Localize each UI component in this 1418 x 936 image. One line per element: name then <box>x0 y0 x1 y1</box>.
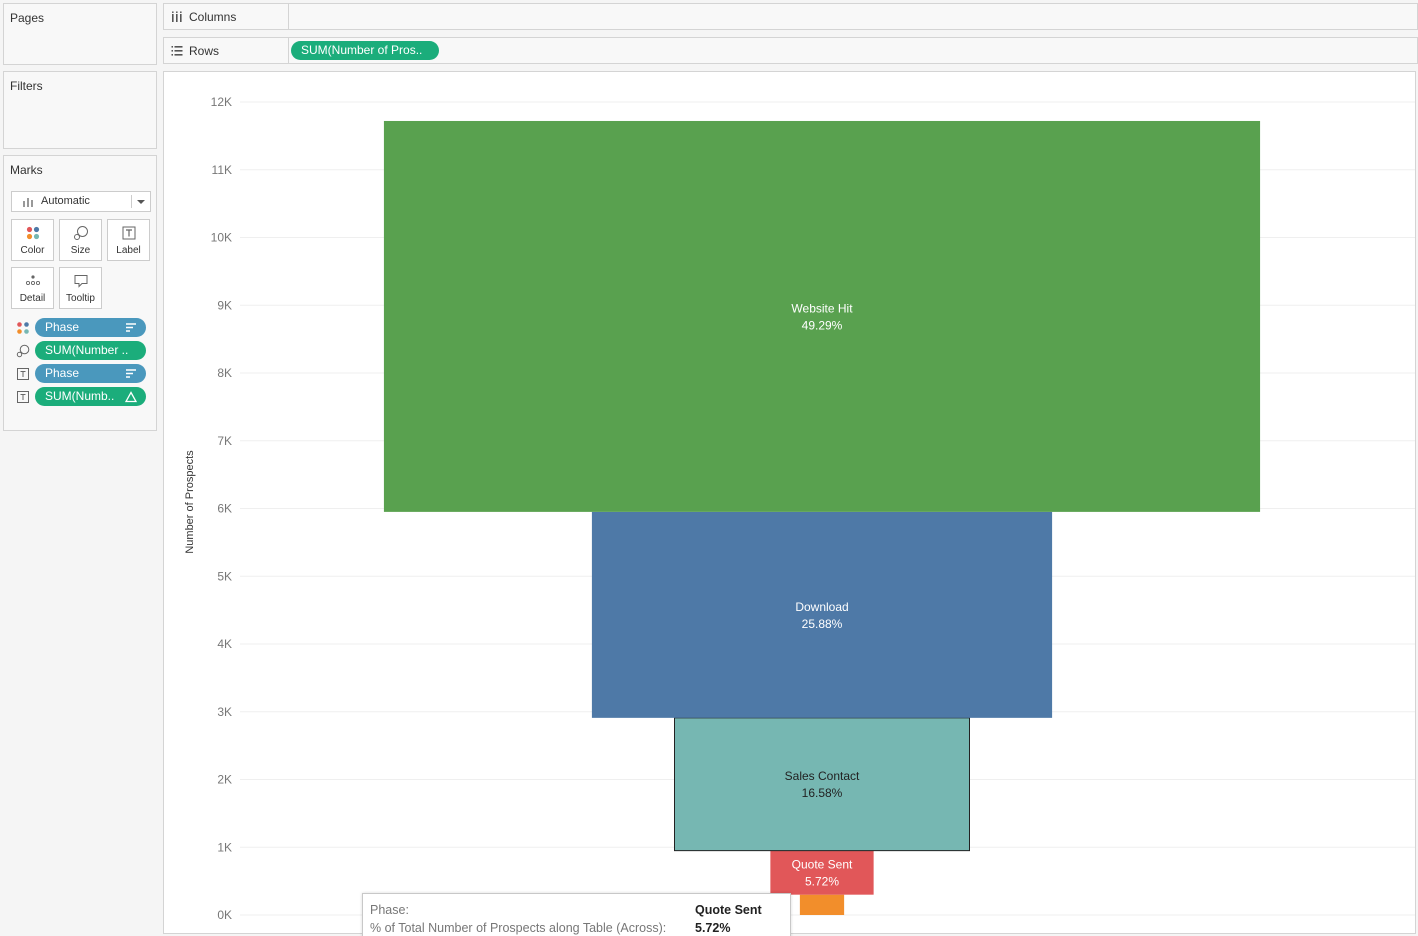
y-tick-label: 1K <box>217 840 232 854</box>
mark-type-label: Automatic <box>41 195 90 207</box>
bar-chart-icon <box>23 198 33 207</box>
color-dots-icon <box>17 322 29 334</box>
bar-purchase[interactable] <box>799 894 845 915</box>
phase-label-pill[interactable]: Phase <box>35 364 146 383</box>
text-label-icon <box>17 391 29 403</box>
size-button[interactable]: Size <box>59 219 102 261</box>
tooltip-percent-key: % of Total Number of Prospects along Tab… <box>370 921 667 935</box>
tooltip-button[interactable]: Tooltip <box>59 267 102 309</box>
bar-percent-label: 25.88% <box>802 617 843 631</box>
color-button[interactable]: Color <box>11 219 54 261</box>
y-tick-label: 0K <box>217 908 232 922</box>
tooltip-phase-value: Quote Sent <box>695 903 762 917</box>
bar-phase-label: Sales Contact <box>785 769 860 783</box>
mark-type-dropdown[interactable]: Automatic <box>11 191 151 212</box>
speech-bubble-icon <box>74 275 87 288</box>
color-button-label: Color <box>20 245 45 256</box>
chevron-down-icon <box>137 200 145 204</box>
color-dots-icon <box>26 226 39 240</box>
y-tick-label: 7K <box>217 434 232 448</box>
text-label-icon <box>17 368 29 380</box>
marks-title: Marks <box>10 163 43 177</box>
size-icon <box>73 226 88 240</box>
bar-percent-label: 49.29% <box>802 318 843 332</box>
shelf-divider <box>288 38 289 63</box>
pill-label: Phase <box>45 320 80 334</box>
marks-pill-row-label-phase: Phase <box>16 364 150 384</box>
bar-download[interactable] <box>591 511 1053 718</box>
y-tick-label: 6K <box>217 502 232 516</box>
bar-phase-label: Quote Sent <box>792 858 853 872</box>
phase-color-pill[interactable]: Phase <box>35 318 146 337</box>
y-tick-label: 10K <box>211 231 232 245</box>
sort-icon <box>126 369 136 378</box>
dropdown-separator <box>131 195 132 208</box>
marks-card: Marks Automatic Color Size Label Detail … <box>3 155 157 431</box>
rows-shelf[interactable]: Rows SUM(Number of Pros.. <box>163 37 1418 64</box>
y-axis-ticks: 0K 1K 2K 3K 4K 5K 6K 7K 8K 9K 10K 11K 12K <box>211 95 232 922</box>
pill-label: SUM(Numb.. <box>45 389 115 403</box>
marks-pill-row-label-sum: SUM(Numb.. <box>16 387 150 407</box>
columns-shelf[interactable]: Columns <box>163 3 1418 30</box>
size-button-label: Size <box>70 245 91 256</box>
bar-website-hit[interactable] <box>383 120 1261 512</box>
text-label-icon <box>122 226 135 240</box>
detail-button[interactable]: Detail <box>11 267 54 309</box>
y-tick-label: 9K <box>217 298 232 312</box>
rows-shelf-label: Rows <box>189 44 220 58</box>
y-tick-label: 2K <box>217 773 232 787</box>
tooltip-button-label: Tooltip <box>66 293 95 304</box>
detail-button-label: Detail <box>19 293 46 304</box>
bar-phase-label: Website Hit <box>791 301 853 315</box>
y-tick-label: 3K <box>217 705 232 719</box>
hover-tooltip: Phase: Quote Sent % of Total Number of P… <box>362 893 791 936</box>
detail-dots-icon <box>25 275 40 286</box>
label-button-label: Label <box>116 245 141 256</box>
label-button[interactable]: Label <box>107 219 150 261</box>
marks-pill-row-color: Phase <box>16 318 150 338</box>
sort-icon <box>126 323 136 332</box>
pages-card[interactable]: Pages <box>3 3 157 65</box>
tooltip-phase-key: Phase: <box>370 903 409 917</box>
marks-pill-row-size: SUM(Number .. <box>16 341 150 361</box>
shelf-divider <box>288 4 289 29</box>
visualization-pane[interactable]: 0K 1K 2K 3K 4K 5K 6K 7K 8K 9K 10K 11K 12K Quote Sent… <box>163 71 1416 934</box>
pill-label: Phase <box>45 366 80 380</box>
rows-icon <box>171 46 183 56</box>
y-tick-label: 5K <box>217 569 232 583</box>
delta-icon <box>125 391 137 403</box>
funnel-chart: 0K 1K 2K 3K 4K 5K 6K 7K 8K 9K 10K 11K 12K Quote Sent… <box>184 95 1415 922</box>
sum-number-size-pill[interactable]: SUM(Number .. <box>35 341 146 360</box>
y-axis-title: Number of Prospects <box>184 450 196 554</box>
filters-card[interactable]: Filters <box>3 71 157 149</box>
bar-phase-label: Download <box>795 600 848 614</box>
y-tick-label: 8K <box>217 366 232 380</box>
filters-title: Filters <box>10 79 43 93</box>
sum-number-of-prospects-pill[interactable]: SUM(Number of Pros.. <box>291 41 439 60</box>
bar-sales-contact[interactable] <box>674 717 970 852</box>
sum-number-label-pill[interactable]: SUM(Numb.. <box>35 387 146 406</box>
tooltip-percent-value: 5.72% <box>695 921 731 935</box>
size-icon <box>16 344 30 358</box>
y-tick-label: 11K <box>212 163 232 177</box>
bar-percent-label: 5.72% <box>805 875 839 889</box>
y-tick-label: 12K <box>211 95 232 109</box>
columns-shelf-label: Columns <box>189 10 237 24</box>
bar-percent-label: 16.58% <box>802 786 843 800</box>
y-tick-label: 4K <box>217 637 232 651</box>
pages-title: Pages <box>10 11 45 25</box>
columns-icon <box>172 11 182 22</box>
pill-label: SUM(Number .. <box>45 343 129 357</box>
